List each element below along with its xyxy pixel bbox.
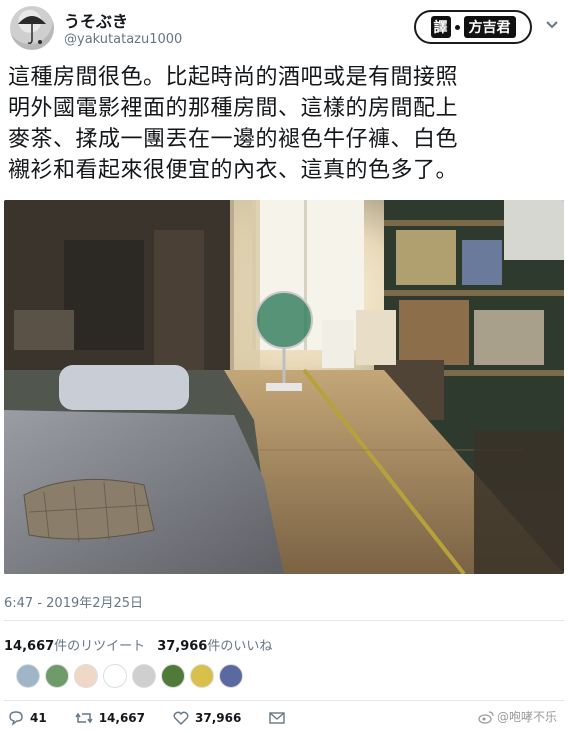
badge-separator-dot bbox=[454, 24, 460, 30]
author-display-name[interactable]: うそぶき bbox=[64, 8, 128, 32]
liker-avatar[interactable] bbox=[190, 664, 214, 688]
author-avatar[interactable] bbox=[10, 6, 54, 50]
direct-message-button[interactable] bbox=[269, 711, 286, 725]
tweet-header: うそぶき @yakutatazu1000 譯 方吉君 bbox=[0, 0, 568, 60]
reply-icon bbox=[9, 711, 23, 726]
divider bbox=[4, 620, 564, 621]
liker-avatar[interactable] bbox=[16, 664, 40, 688]
umbrella-icon bbox=[18, 16, 46, 44]
weibo-logo-icon bbox=[478, 710, 494, 724]
author-handle[interactable]: @yakutatazu1000 bbox=[64, 32, 182, 47]
like-stat-count: 37,966 bbox=[157, 639, 208, 654]
liker-avatar[interactable] bbox=[219, 664, 243, 688]
bedroom-photo-illustration bbox=[4, 200, 564, 574]
tweet-text-line: 這種房間很色。比起時尚的酒吧或是有間接照 bbox=[8, 65, 459, 90]
liker-avatar[interactable] bbox=[74, 664, 98, 688]
reply-count: 41 bbox=[30, 711, 47, 725]
liker-avatar[interactable] bbox=[161, 664, 185, 688]
tweet-text-line: 明外國電影裡面的那種房間、這樣的房間配上 bbox=[8, 96, 459, 121]
like-count: 37,966 bbox=[195, 711, 242, 725]
like-stat-label: 件のいいね bbox=[207, 639, 273, 654]
chevron-down-icon[interactable] bbox=[546, 20, 558, 30]
like-stat[interactable]: 37,966件のいいね bbox=[157, 635, 272, 654]
retweet-button[interactable]: 14,667 bbox=[75, 710, 145, 726]
like-button[interactable]: 37,966 bbox=[173, 710, 241, 726]
weibo-watermark: @咆哮不乐 bbox=[478, 708, 557, 725]
envelope-icon bbox=[269, 712, 286, 724]
liker-avatar-list bbox=[16, 664, 243, 688]
divider bbox=[4, 700, 564, 701]
tweet-actions: 41 14,667 37,966 bbox=[8, 710, 313, 726]
watermark-text: @咆哮不乐 bbox=[497, 710, 558, 724]
liker-avatar[interactable] bbox=[45, 664, 69, 688]
retweet-count: 14,667 bbox=[98, 711, 146, 725]
retweet-stat[interactable]: 14,667件のリツイート bbox=[4, 635, 145, 654]
retweet-icon bbox=[75, 712, 93, 724]
liker-avatar[interactable] bbox=[103, 664, 127, 688]
translator-badge: 譯 方吉君 bbox=[414, 10, 532, 44]
tweet-text-line: 麥茶、揉成一團丟在一邊的褪色牛仔褲、白色 bbox=[8, 127, 459, 152]
translator-name: 方吉君 bbox=[463, 16, 516, 38]
tweet-timestamp[interactable]: 6:47 - 2019年2月25日 bbox=[4, 592, 143, 611]
liker-avatar[interactable] bbox=[132, 664, 156, 688]
reply-button[interactable]: 41 bbox=[8, 710, 47, 726]
retweet-stat-count: 14,667 bbox=[4, 639, 55, 654]
engagement-stats: 14,667件のリツイート 37,966件のいいね bbox=[4, 635, 272, 654]
tweet-photo[interactable] bbox=[4, 200, 564, 574]
tweet-text: 這種房間很色。比起時尚的酒吧或是有間接照 明外國電影裡面的那種房間、這樣的房間配… bbox=[8, 62, 560, 186]
retweet-stat-label: 件のリツイート bbox=[54, 639, 146, 654]
translator-badge-mark: 譯 bbox=[430, 16, 451, 38]
heart-icon bbox=[173, 711, 189, 725]
tweet-text-line: 襯衫和看起來很便宜的內衣、這真的色多了。 bbox=[8, 158, 459, 183]
